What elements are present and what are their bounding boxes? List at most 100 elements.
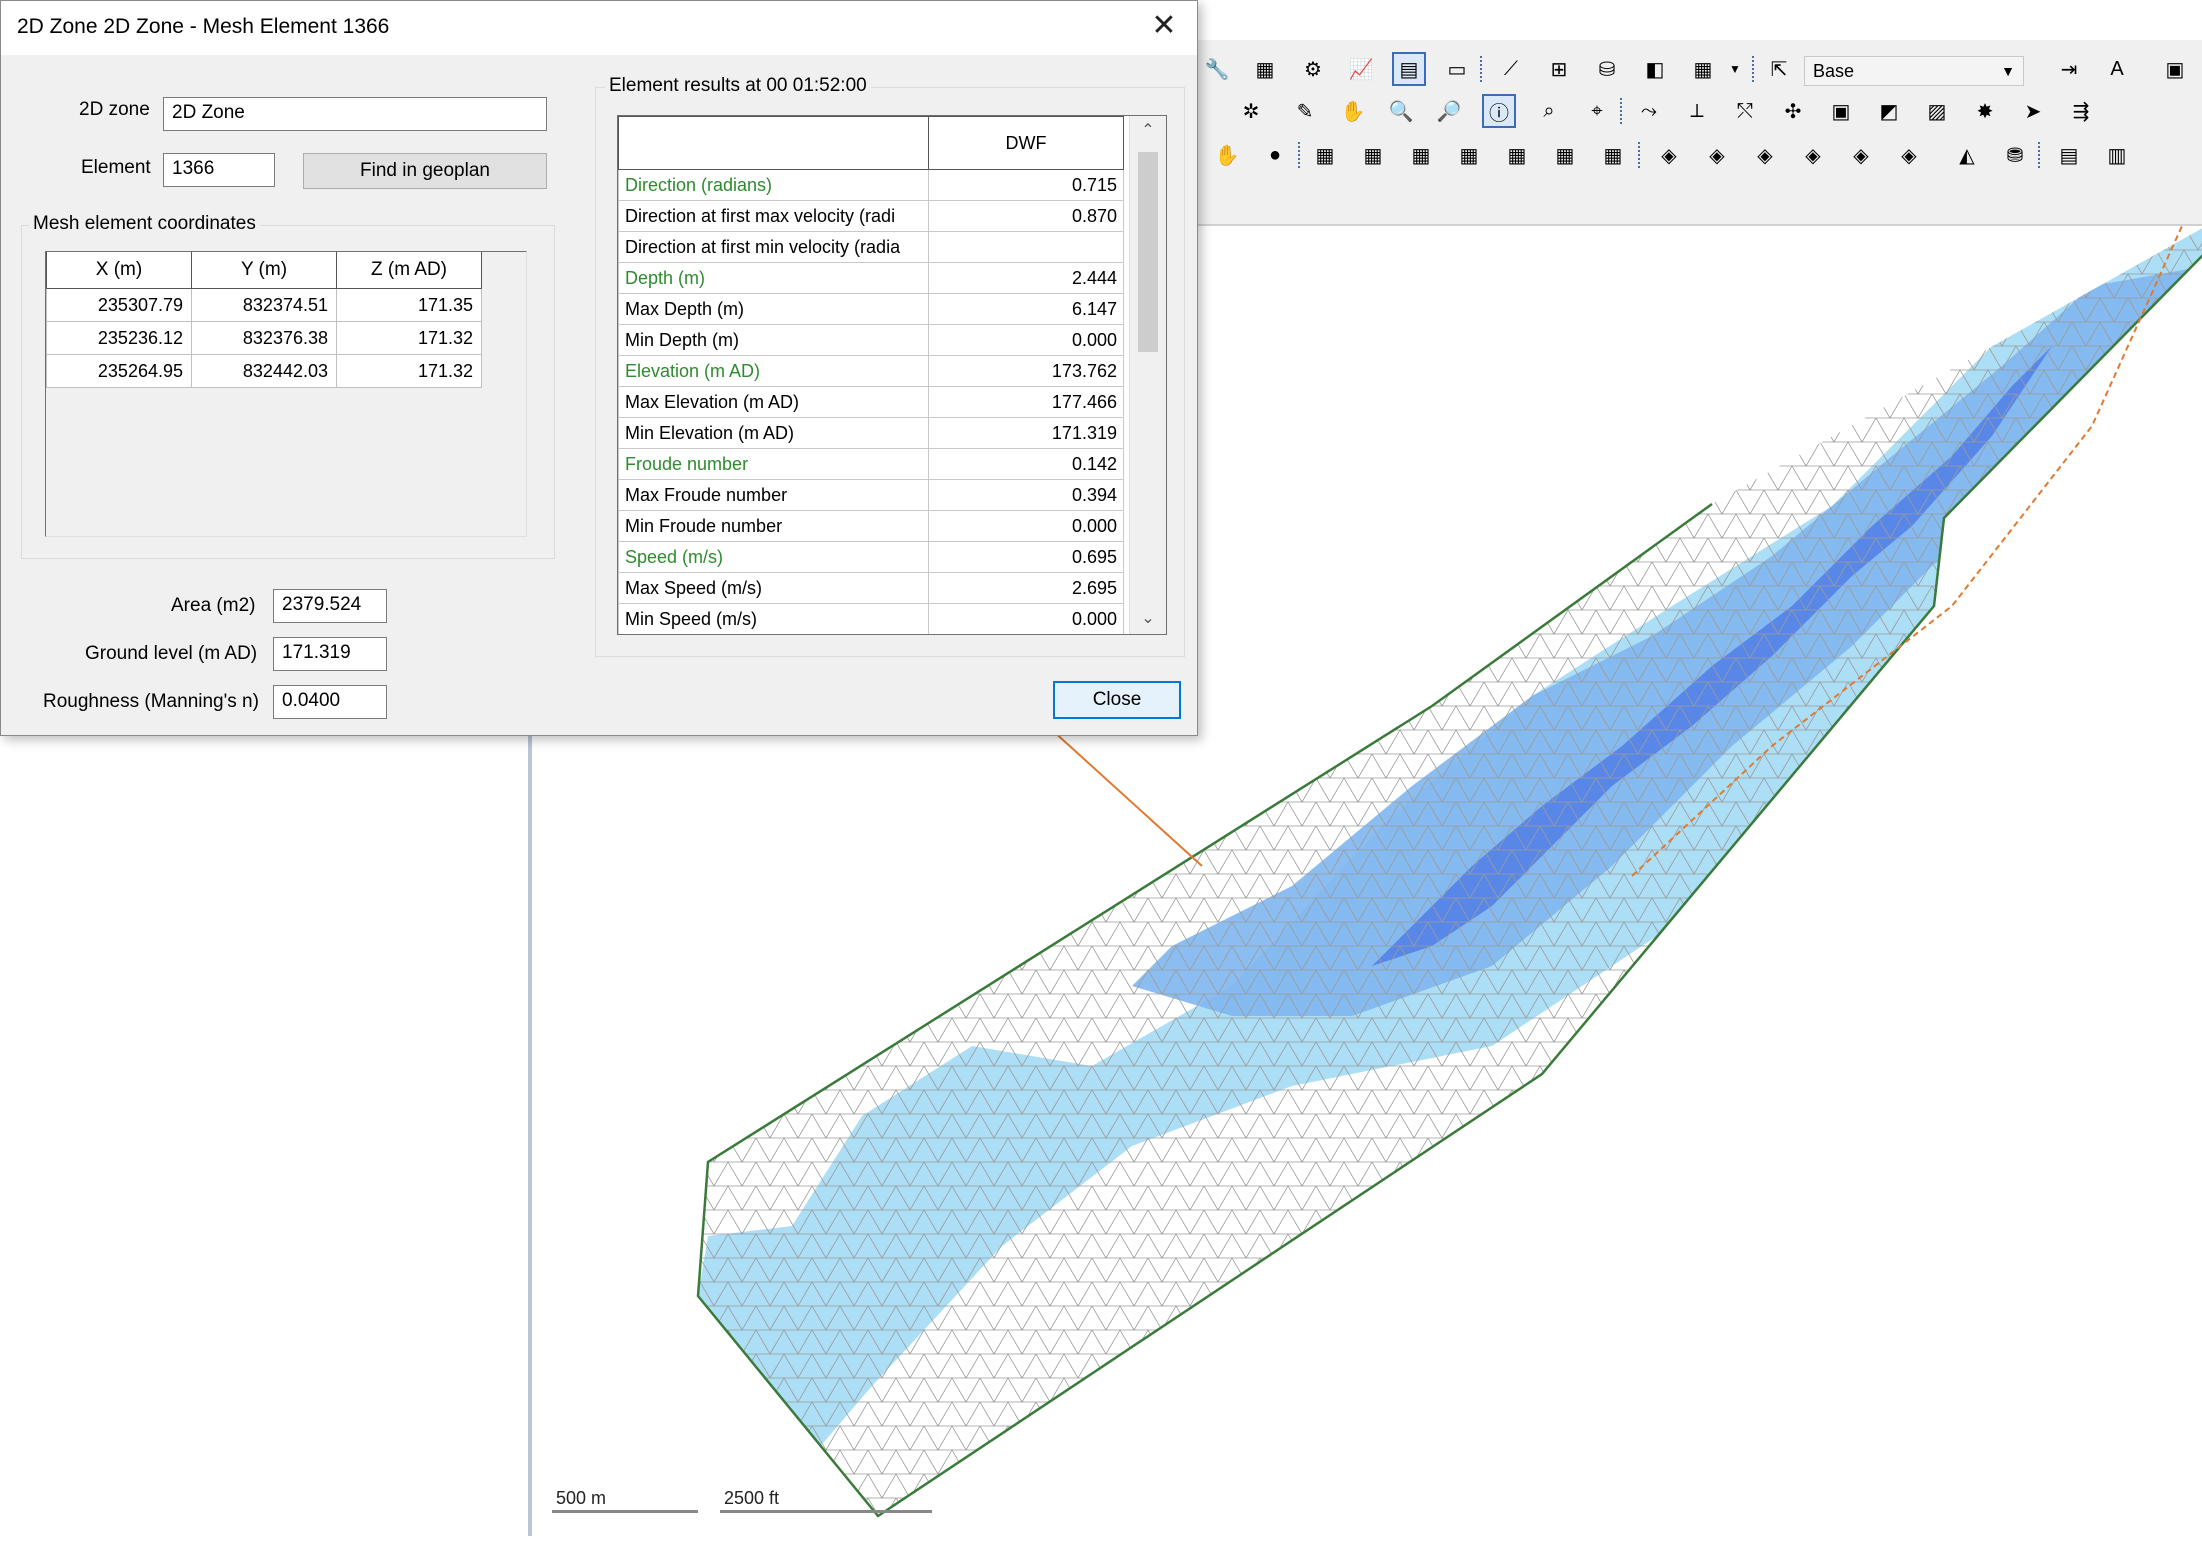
area-field[interactable]: 2379.524 xyxy=(273,589,387,623)
results-header-dwf[interactable]: DWF xyxy=(928,116,1124,170)
table-row[interactable]: Min Elevation (m AD) 171.319 xyxy=(618,417,1124,449)
scenario-icon[interactable]: ⇱ xyxy=(1762,52,1796,86)
scenario-grid-icon[interactable]: ▦ xyxy=(1686,52,1720,86)
table-row[interactable]: Froude number 0.142 xyxy=(618,448,1124,480)
results-icon[interactable]: ◈ xyxy=(1652,138,1686,172)
table-row[interactable]: 235307.79 832374.51 171.35 xyxy=(46,288,482,322)
align-icon[interactable]: ⇶ xyxy=(2064,94,2098,128)
table-row[interactable]: Direction at first max velocity (radi 0.8… xyxy=(618,200,1124,232)
results-scrollbar[interactable]: ⌃ ⌄ xyxy=(1129,116,1166,634)
trace-icon[interactable]: ⤳ xyxy=(1632,94,1666,128)
report-icon[interactable]: ⛃ xyxy=(1998,138,2032,172)
table-row[interactable]: Max Depth (m) 6.147 xyxy=(618,293,1124,325)
dialog-titlebar[interactable]: 2D Zone 2D Zone - Mesh Element 1366 ✕ xyxy=(1,1,1197,55)
node-icon[interactable]: ✣ xyxy=(1776,94,1810,128)
run-icon[interactable]: ✲ xyxy=(1234,94,1268,128)
section-icon[interactable]: ⊞ xyxy=(1542,52,1576,86)
table-add-icon[interactable]: ▦ xyxy=(1308,138,1342,172)
table-row[interactable]: 235236.12 832376.38 171.32 xyxy=(46,321,482,355)
panel-icon[interactable]: ▥ xyxy=(2100,138,2134,172)
table-link-icon[interactable]: ▦ xyxy=(1404,138,1438,172)
ground-level-label: Ground level (m AD) xyxy=(85,643,258,664)
compare-icon[interactable]: ⇥ xyxy=(2052,52,2086,86)
hand-icon[interactable]: ✋ xyxy=(1210,138,1244,172)
table-sort-icon[interactable]: ▦ xyxy=(1548,138,1582,172)
measure-icon[interactable]: ⌖ xyxy=(1580,94,1614,128)
results-min-icon[interactable]: ◈ xyxy=(1748,138,1782,172)
table-row[interactable]: Max Elevation (m AD) 177.466 xyxy=(618,386,1124,418)
coord-z: 171.32 xyxy=(336,321,482,355)
result-name: Max Froude number xyxy=(618,479,930,511)
scroll-up-icon[interactable]: ⌃ xyxy=(1130,116,1166,146)
roughness-field[interactable]: 0.0400 xyxy=(273,685,387,719)
table-row[interactable]: Min Froude number 0.000 xyxy=(618,510,1124,542)
ground-level-field[interactable]: 171.319 xyxy=(273,637,387,671)
result-name: Min Elevation (m AD) xyxy=(618,417,930,449)
close-icon[interactable]: ✕ xyxy=(1149,11,1179,41)
scenario-select[interactable]: Base ▼ xyxy=(1804,56,2024,86)
results-header-blank xyxy=(618,116,930,170)
coords-header-x[interactable]: X (m) xyxy=(46,252,192,289)
table-export-icon[interactable]: ▦ xyxy=(1596,138,1630,172)
find-icon[interactable]: ⌕ xyxy=(1532,94,1566,128)
table-icon[interactable]: ▤ xyxy=(1392,52,1426,86)
scroll-down-icon[interactable]: ⌄ xyxy=(1130,604,1166,634)
table-row[interactable]: Max Froude number 0.394 xyxy=(618,479,1124,511)
table-row[interactable]: Depth (m) 2.444 xyxy=(618,262,1124,294)
zoom-out-icon[interactable]: 🔎 xyxy=(1432,94,1466,128)
theme-icon[interactable]: ◭ xyxy=(1950,138,1984,172)
table-row[interactable]: Speed (m/s) 0.695 xyxy=(618,541,1124,573)
table-filter-icon[interactable]: ▦ xyxy=(1500,138,1534,172)
select-tool-icon[interactable]: ✎ xyxy=(1288,94,1322,128)
zone-field[interactable]: 2D Zone xyxy=(163,97,547,131)
results-graph-icon[interactable]: ◈ xyxy=(1844,138,1878,172)
window-icon[interactable]: ▭ xyxy=(1440,52,1474,86)
coords-header-y[interactable]: Y (m) xyxy=(191,252,337,289)
results-table-icon[interactable]: ◈ xyxy=(1892,138,1926,172)
properties-icon[interactable]: ⓘ xyxy=(1482,94,1516,128)
graph-icon[interactable]: 📈 xyxy=(1344,52,1378,86)
table-row[interactable]: Direction (radians) 0.715 xyxy=(618,169,1124,201)
polygon-icon[interactable]: ◩ xyxy=(1872,94,1906,128)
pipe-icon[interactable]: 🔧 xyxy=(1200,52,1234,86)
grid-icon[interactable]: ▦ xyxy=(1248,52,1282,86)
zoom-in-icon[interactable]: 🔍 xyxy=(1384,94,1418,128)
scroll-thumb[interactable] xyxy=(1138,152,1158,352)
close-button[interactable]: Close xyxy=(1053,681,1181,719)
scenario-select-value: Base xyxy=(1813,61,1855,81)
table-copy-icon[interactable]: ▦ xyxy=(1452,138,1486,172)
table-row[interactable]: Min Depth (m) 0.000 xyxy=(618,324,1124,356)
mesh-icon[interactable]: ▨ xyxy=(1920,94,1954,128)
dropdown-arrow-icon[interactable]: ▼ xyxy=(1718,52,1752,86)
coords-header-z[interactable]: Z (m AD) xyxy=(336,252,482,289)
results-export-icon[interactable]: ◈ xyxy=(1796,138,1830,172)
table-row[interactable]: Elevation (m AD) 173.762 xyxy=(618,355,1124,387)
result-name: Direction at first min velocity (radia xyxy=(618,231,930,263)
result-name: Direction at first max velocity (radi xyxy=(618,200,930,232)
layers-icon[interactable]: ◧ xyxy=(1638,52,1672,86)
text-format-icon[interactable]: A xyxy=(2100,52,2134,86)
connect-icon[interactable]: ⤲ xyxy=(1728,94,1762,128)
highlight-icon[interactable]: ✸ xyxy=(1968,94,2002,128)
table-row[interactable]: Max Speed (m/s) 2.695 xyxy=(618,572,1124,604)
table-edit-icon[interactable]: ▦ xyxy=(1356,138,1390,172)
arrow-select-icon[interactable]: ➤ xyxy=(2016,94,2050,128)
network-icon[interactable]: ▣ xyxy=(2158,52,2192,86)
results-table-container[interactable]: DWF Direction (radians) 0.715 Direction at… xyxy=(617,115,1167,635)
split-icon[interactable]: ⟂ xyxy=(1680,94,1714,128)
globe-icon[interactable]: ● xyxy=(1258,138,1292,172)
profile-icon[interactable]: ⟋ xyxy=(1494,52,1528,86)
layout-icon[interactable]: ▤ xyxy=(2052,138,2086,172)
table-row[interactable]: 235264.95 832442.03 171.32 xyxy=(46,354,482,388)
find-in-geoplan-button[interactable]: Find in geoplan xyxy=(303,153,547,189)
pan-hand-icon[interactable]: ✋ xyxy=(1336,94,1370,128)
table-row[interactable]: Direction at first min velocity (radia xyxy=(618,231,1124,263)
stack-icon[interactable]: ⛁ xyxy=(1590,52,1624,86)
table-row[interactable]: Min Speed (m/s) 0.000 xyxy=(618,603,1124,634)
gear-icon[interactable]: ⚙ xyxy=(1296,52,1330,86)
results-max-icon[interactable]: ◈ xyxy=(1700,138,1734,172)
coord-x: 235307.79 xyxy=(46,288,192,322)
boundary-icon[interactable]: ▣ xyxy=(1824,94,1858,128)
element-field[interactable]: 1366 xyxy=(163,153,275,187)
result-value: 171.319 xyxy=(928,417,1124,449)
